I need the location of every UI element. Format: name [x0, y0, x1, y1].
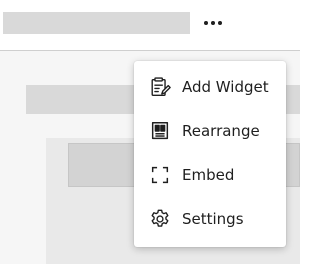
more-options-menu: Add Widget Rearrange Embed Settings	[134, 61, 286, 247]
more-options-button[interactable]	[196, 10, 230, 36]
menu-item-settings[interactable]: Settings	[134, 197, 286, 241]
menu-item-embed[interactable]: Embed	[134, 153, 286, 197]
menu-item-label: Add Widget	[182, 78, 269, 96]
title-placeholder	[3, 12, 190, 34]
menu-item-label: Embed	[182, 166, 235, 184]
add-widget-icon	[148, 75, 172, 99]
embed-icon	[148, 163, 172, 187]
settings-icon	[148, 207, 172, 231]
more-horizontal-icon	[204, 21, 222, 25]
menu-item-add-widget[interactable]: Add Widget	[134, 65, 286, 109]
rearrange-icon	[148, 119, 172, 143]
dashboard-page: Add Widget Rearrange Embed Settings	[0, 0, 300, 264]
menu-item-label: Rearrange	[182, 122, 260, 140]
menu-item-rearrange[interactable]: Rearrange	[134, 109, 286, 153]
menu-item-label: Settings	[182, 210, 244, 228]
